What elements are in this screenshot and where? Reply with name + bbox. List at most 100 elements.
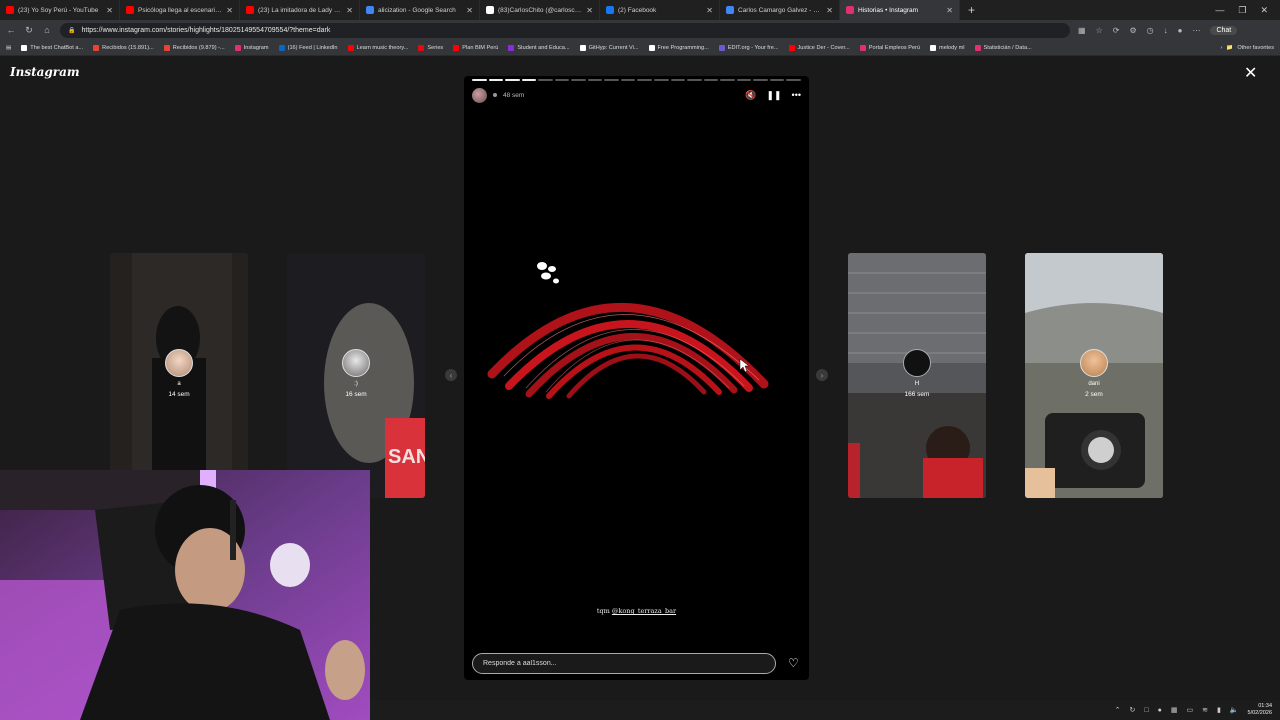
tab-favicon-icon bbox=[366, 6, 374, 14]
bookmark-item[interactable]: Instagram bbox=[234, 44, 269, 51]
tab-favicon-icon bbox=[726, 6, 734, 14]
other-favorites[interactable]: › 📁 Other favorites bbox=[1220, 45, 1274, 51]
bookmark-favicon-icon bbox=[278, 44, 285, 51]
close-tab-icon[interactable]: ✕ bbox=[946, 6, 953, 15]
close-tab-icon[interactable]: ✕ bbox=[106, 6, 113, 15]
bookmark-favicon-icon bbox=[930, 44, 937, 51]
tab-favicon-icon bbox=[6, 6, 14, 14]
bookmark-item[interactable]: Portal Empleos Perú bbox=[859, 44, 920, 51]
refresh-ext-icon[interactable]: ⟳ bbox=[1113, 26, 1120, 35]
bookmark-label: Recibidos (15.891)... bbox=[102, 44, 154, 51]
lock-icon: 🔒 bbox=[68, 27, 76, 34]
bookmark-label: Statisticián / Data... bbox=[983, 44, 1032, 51]
bookmark-favicon-icon bbox=[234, 44, 241, 51]
instagram-logo[interactable]: Instagram bbox=[10, 65, 80, 79]
puzzle-icon[interactable]: ⚙ bbox=[1129, 26, 1136, 35]
bookmark-item[interactable]: GitHyp: Current Vi... bbox=[579, 44, 639, 51]
close-tab-icon[interactable]: ✕ bbox=[826, 6, 833, 15]
system-clock[interactable]: 01:34 5/02/2026 bbox=[1248, 703, 1272, 717]
bookmark-label: Recibidos (9.879) -... bbox=[172, 44, 225, 51]
bookmark-label: Learn music theory... bbox=[356, 44, 409, 51]
download-icon[interactable]: ↓ bbox=[1164, 26, 1168, 35]
bookmark-label: Series bbox=[427, 44, 444, 51]
story-age: 14 sem bbox=[168, 391, 190, 398]
close-tab-icon[interactable]: ✕ bbox=[466, 6, 473, 15]
tab-favicon-icon bbox=[246, 6, 254, 14]
close-tab-icon[interactable]: ✕ bbox=[586, 6, 593, 15]
app-icon[interactable]: □ bbox=[1144, 707, 1148, 714]
menu-icon[interactable]: ⋯ bbox=[1192, 26, 1200, 35]
story-preview-card[interactable]: H 166 sem bbox=[848, 253, 986, 498]
new-tab-icon[interactable]: + bbox=[960, 3, 983, 17]
window-controls: — ❐ ✕ bbox=[1215, 5, 1280, 16]
browser-tab[interactable]: alicization - Google Search ✕ bbox=[360, 0, 480, 20]
bookmark-item[interactable]: Learn music theory... bbox=[347, 44, 409, 51]
bookmark-label: GitHyp: Current Vi... bbox=[588, 44, 639, 51]
reload-icon[interactable]: ↻ bbox=[24, 25, 34, 36]
url-field[interactable]: 🔒 https://www.instagram.com/stories/high… bbox=[60, 22, 1070, 38]
close-tab-icon[interactable]: ✕ bbox=[226, 6, 233, 15]
extensions-icon[interactable]: ▦ bbox=[1078, 26, 1086, 35]
volume-icon[interactable]: 🔈 bbox=[1230, 706, 1239, 714]
active-story[interactable]: 48 sem 🔇 ❚❚ ••• tqm @kong_terraza_bar bbox=[464, 76, 809, 680]
sync-icon[interactable]: ↻ bbox=[1129, 706, 1135, 714]
story-preview-card[interactable]: dani 2 sem bbox=[1025, 253, 1163, 498]
close-tab-icon[interactable]: ✕ bbox=[346, 6, 353, 15]
bookmark-item[interactable]: Series bbox=[418, 44, 444, 51]
webcam-video bbox=[0, 470, 370, 720]
minimize-icon[interactable]: — bbox=[1215, 5, 1224, 16]
browser-tab[interactable]: (83)CarlosChito (@carloscamargo✕ bbox=[480, 0, 600, 20]
browser-tab[interactable]: Carlos Camargo Galvez - Google ✕ bbox=[720, 0, 840, 20]
tab-title: Historias • Instagram bbox=[858, 6, 919, 14]
microphone-icon[interactable]: ● bbox=[1158, 707, 1162, 714]
restore-icon[interactable]: ❐ bbox=[1238, 5, 1246, 16]
bookmark-item[interactable]: EDIT.org - Your fre... bbox=[718, 44, 779, 51]
browser-tab[interactable]: (23) Yo Soy Perú - YouTube ✕ bbox=[0, 0, 120, 20]
close-icon[interactable]: ✕ bbox=[1244, 66, 1257, 82]
chat-button[interactable]: Chat bbox=[1210, 25, 1238, 35]
battery-icon[interactable]: ▮ bbox=[1217, 706, 1221, 714]
bookmark-item[interactable]: The best ChatBot a... bbox=[21, 44, 83, 51]
wifi-icon[interactable]: ≋ bbox=[1202, 706, 1208, 714]
copy-icon[interactable]: ▦ bbox=[1171, 706, 1178, 714]
bookmark-label: (16) Feed | LinkedIn bbox=[287, 44, 338, 51]
bookmark-item[interactable]: Statisticián / Data... bbox=[974, 44, 1032, 51]
reply-input[interactable] bbox=[472, 652, 776, 674]
bookmark-item[interactable]: Student and Educa... bbox=[508, 44, 570, 51]
home-icon[interactable]: ⌂ bbox=[42, 25, 52, 35]
previous-story-button[interactable]: ‹ bbox=[445, 369, 457, 381]
history-icon[interactable]: ◷ bbox=[1147, 26, 1154, 35]
caption-mention-link[interactable]: @kong_terraza_bar bbox=[612, 607, 676, 615]
browser-tab[interactable]: Psicóloga llega al escenario imitan ✕ bbox=[120, 0, 240, 20]
close-tab-icon[interactable]: ✕ bbox=[706, 6, 713, 15]
browser-tab[interactable]: (23) La imitadora de Lady Gaga se✕ bbox=[240, 0, 360, 20]
heart-icon[interactable]: ♡ bbox=[788, 656, 799, 670]
monitor-icon[interactable]: ▭ bbox=[1186, 706, 1193, 714]
bookmark-item[interactable]: Recibidos (15.891)... bbox=[93, 44, 154, 51]
story-preview-card[interactable]: a 14 sem bbox=[110, 253, 248, 498]
bookmark-item[interactable]: Recibidos (9.879) -... bbox=[163, 44, 225, 51]
story-user: dani bbox=[1088, 381, 1100, 387]
apps-icon[interactable]: ▤ bbox=[6, 45, 11, 51]
bookmark-item[interactable]: Justice Der - Cover... bbox=[788, 44, 850, 51]
bookmark-item[interactable]: Plan BIM Perú bbox=[453, 44, 498, 51]
story-age: 166 sem bbox=[904, 391, 930, 398]
story-preview-card[interactable]: SANT :) 16 sem bbox=[287, 253, 425, 498]
browser-tab[interactable]: (2) Facebook ✕ bbox=[600, 0, 720, 20]
tab-title: (83)CarlosChito (@carloscamargo bbox=[498, 6, 583, 14]
next-story-button[interactable]: › bbox=[816, 369, 828, 381]
chevron-up-icon[interactable]: ⌃ bbox=[1115, 706, 1121, 714]
reply-row: ♡ bbox=[472, 652, 807, 674]
back-icon[interactable]: ← bbox=[6, 25, 16, 35]
bookmark-item[interactable]: (16) Feed | LinkedIn bbox=[278, 44, 338, 51]
star-icon[interactable]: ☆ bbox=[1096, 26, 1103, 35]
system-taskbar: ⌃ ↻ □ ● ▦ ▭ ≋ ▮ 🔈 01:34 5/02/2026 bbox=[370, 700, 1280, 720]
tab-title: (23) La imitadora de Lady Gaga se bbox=[258, 6, 343, 14]
profile-icon[interactable]: ● bbox=[1178, 26, 1183, 35]
bookmark-item[interactable]: Free Programming... bbox=[648, 44, 709, 51]
bookmark-item[interactable]: melody ml bbox=[930, 44, 965, 51]
close-window-icon[interactable]: ✕ bbox=[1260, 5, 1268, 16]
clock-date: 5/02/2026 bbox=[1247, 710, 1272, 716]
bookmark-label: Student and Educa... bbox=[517, 44, 570, 51]
browser-tab[interactable]: Historias • Instagram ✕ bbox=[840, 0, 960, 20]
